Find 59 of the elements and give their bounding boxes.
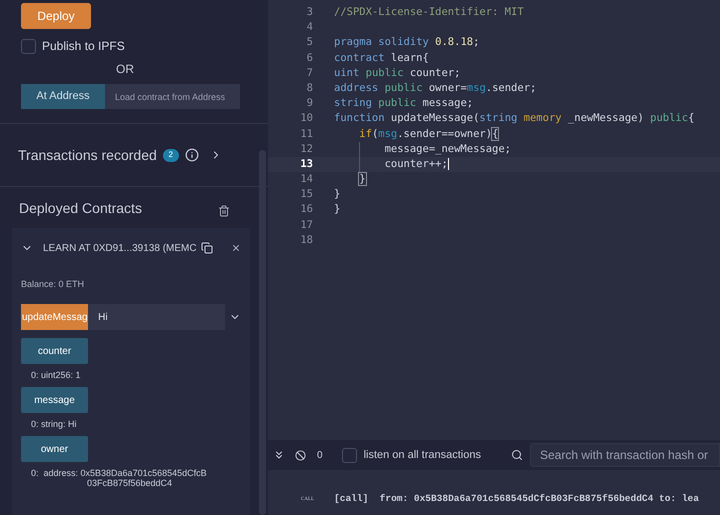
checkbox[interactable] — [342, 448, 357, 462]
result-text: 0: string: Hi — [31, 419, 77, 429]
line-number: 13 — [300, 158, 313, 170]
section-title: Deployed Contracts — [19, 199, 142, 218]
line-number: 10 — [300, 112, 313, 124]
contract-title: LEARN AT 0XD91...39138 (MEMC — [43, 242, 197, 256]
line-number: 15 — [300, 188, 313, 200]
code-line: //SPDX-License-Identifier: MIT — [334, 5, 524, 20]
collapse-icon[interactable] — [273, 449, 285, 461]
search-field[interactable]: Search with transaction hash or — [530, 443, 720, 467]
code-line: string public message; — [334, 96, 474, 112]
line-number: 4 — [306, 21, 313, 34]
code-line: } — [359, 172, 366, 188]
code-line: pragma solidity 0.8.18; — [334, 35, 480, 50]
code-line: } — [334, 202, 340, 218]
line-number: 5 — [306, 36, 313, 48]
line-number: 17 — [300, 218, 313, 231]
line-number: 9 — [306, 97, 313, 110]
result-text: 03FcB875f56beddC4 — [86, 478, 172, 488]
line-number: 6 — [306, 52, 313, 64]
clear-icon[interactable] — [295, 450, 306, 460]
or-label: OR — [116, 61, 134, 78]
info-icon[interactable] — [184, 148, 199, 162]
function-button[interactable]: owner — [21, 436, 88, 462]
code-line: contract learn{ — [334, 50, 429, 66]
line-number: 8 — [306, 82, 313, 94]
log-entry: [call] from: 0x5B38Da6a701c568545dCfcB03FcB875f56beddC4 to: lea — [334, 492, 699, 506]
line-number: 11 — [300, 128, 313, 140]
result-text: 0: uint256: 1 — [31, 370, 81, 380]
balance-text: Balance: 0 ETH — [21, 279, 84, 289]
code-line: if(msg.sender==owner){ — [359, 126, 498, 142]
trash-icon[interactable] — [218, 204, 230, 216]
line-number: 7 — [306, 66, 313, 79]
checkbox[interactable] — [21, 38, 36, 54]
line-number: 18 — [300, 234, 313, 246]
section-title: Transactions recorded — [18, 146, 157, 164]
function-button[interactable]: message — [21, 387, 88, 413]
pending-count: 0 — [317, 448, 323, 462]
code-line: address public owner=msg.sender; — [334, 80, 536, 96]
code-line: counter++; — [384, 156, 449, 172]
argument-field[interactable]: Hi — [88, 304, 226, 330]
publish-label: Publish to IPFS — [42, 38, 125, 55]
code-line: function updateMessage(string memory _newMessage) public{ — [334, 111, 694, 126]
address-field[interactable]: Load contract from Address — [105, 84, 240, 109]
code-line: message=_newMessage; — [384, 142, 511, 157]
function-button[interactable]: counter — [21, 338, 88, 364]
listen-label: listen on all transactions — [364, 448, 481, 463]
line-number: 16 — [300, 203, 313, 216]
line-number: 12 — [300, 142, 313, 155]
line-number: 14 — [300, 173, 313, 186]
close-icon[interactable] — [231, 243, 241, 253]
search-icon[interactable] — [510, 449, 523, 461]
code-line: uint public counter; — [334, 66, 460, 81]
at-address-button[interactable]: At Address — [21, 84, 105, 109]
result-text: 0: address: 0x5B38Da6a701c568545dCfcB — [31, 468, 207, 478]
count-badge: 2 — [162, 148, 179, 162]
copy-icon[interactable] — [201, 242, 213, 254]
code-line: } — [334, 187, 340, 202]
line-number: 3 — [306, 6, 313, 18]
